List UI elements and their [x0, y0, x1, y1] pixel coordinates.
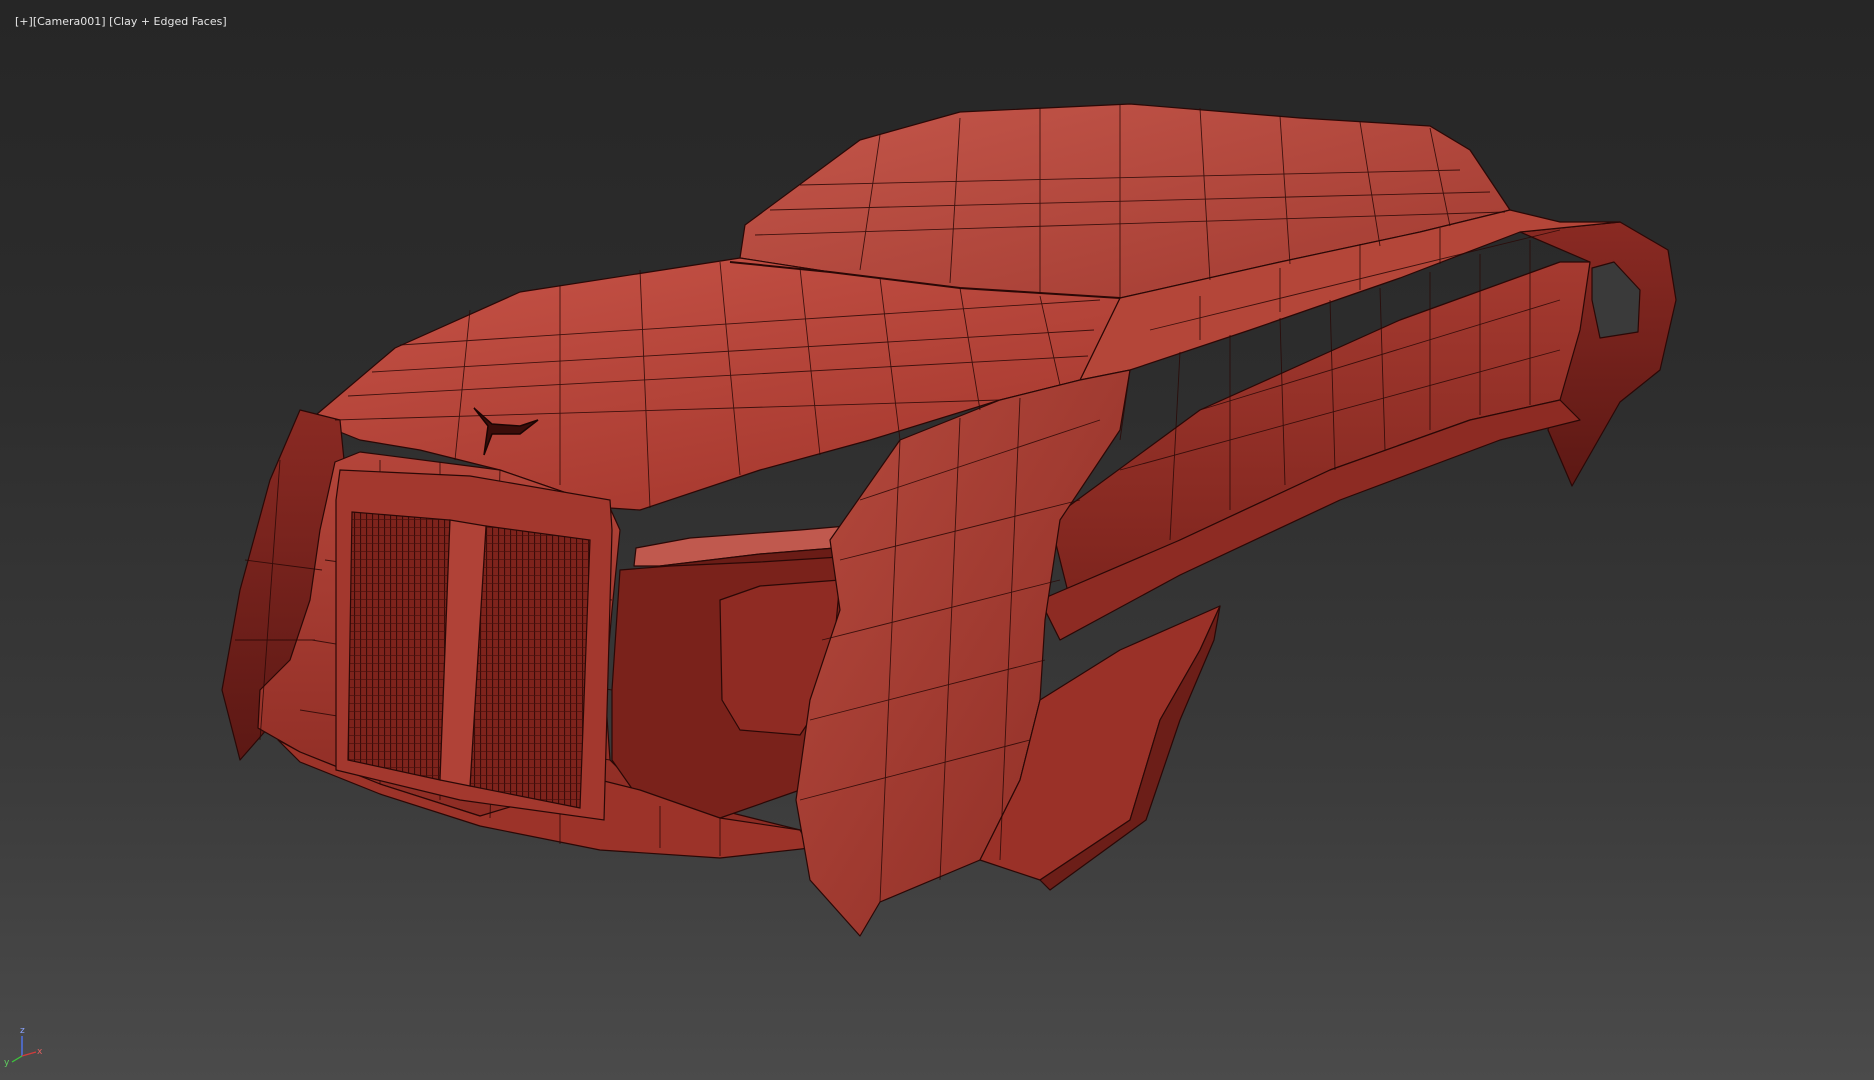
axis-x-label: x [37, 1047, 43, 1057]
axis-tripod-gizmo: z x y [4, 1026, 43, 1068]
viewport-camera-menu[interactable]: [Camera001] [33, 15, 106, 28]
viewport-general-menu[interactable]: [+] [15, 15, 33, 28]
radiator-grille [335, 469, 613, 821]
grille-left [347, 511, 451, 781]
car-body-mesh[interactable] [0, 0, 1874, 1080]
viewport-label: [+][Camera001] [Clay + Edged Faces] [1, 1, 227, 43]
grille-right [469, 525, 591, 809]
axis-y-line [11, 1055, 23, 1063]
viewport-camera001[interactable]: [+][Camera001] [Clay + Edged Faces] z x … [0, 0, 1874, 1080]
axis-y-label: y [4, 1058, 10, 1068]
axis-x-line [21, 1051, 37, 1057]
axis-z-label: z [20, 1026, 25, 1036]
viewport-shading-menu[interactable]: [Clay + Edged Faces] [109, 15, 227, 28]
